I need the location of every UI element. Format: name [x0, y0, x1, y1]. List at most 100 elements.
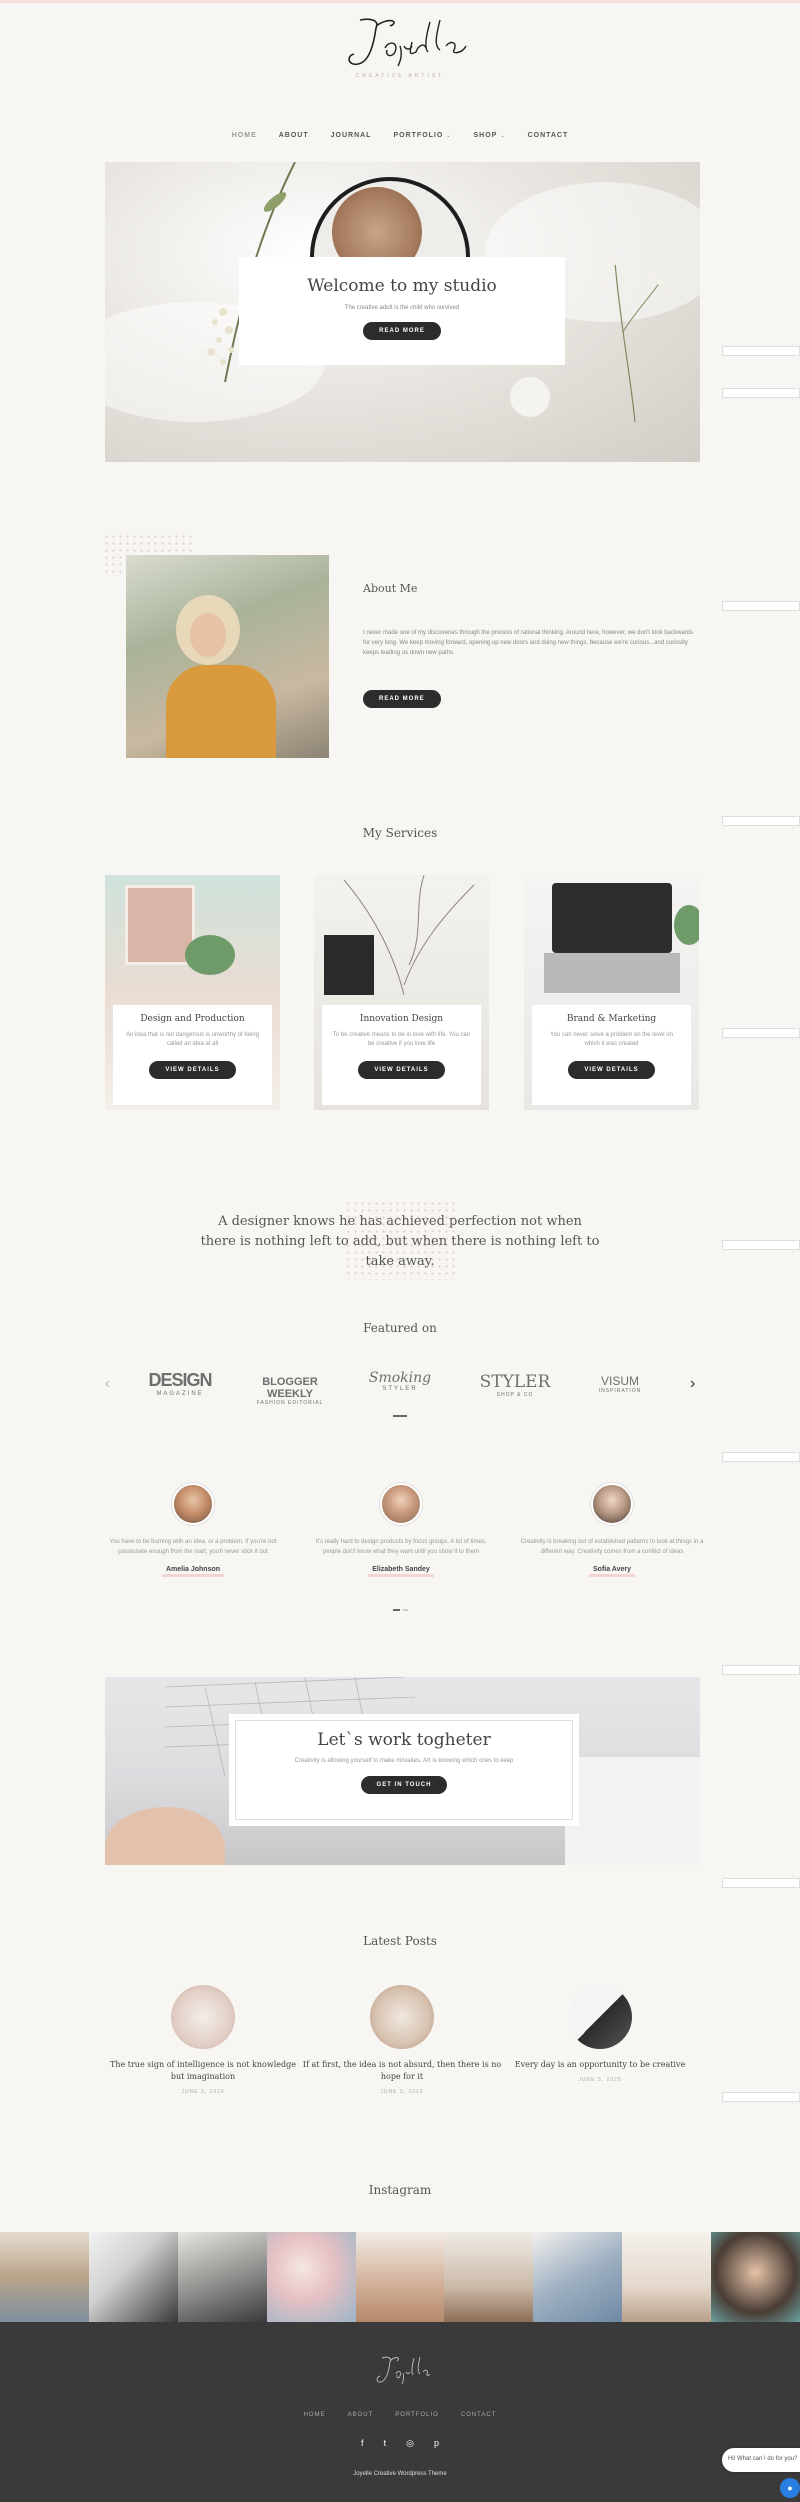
testimonial-name: Amelia Johnson — [161, 1566, 225, 1577]
side-tab[interactable] — [722, 816, 800, 826]
post-card[interactable]: The true sign of intelligence is not kno… — [103, 1985, 303, 2095]
nav-portfolio[interactable]: PORTFOLIO — [393, 132, 443, 139]
view-details-button[interactable]: VIEW DETAILS — [358, 1061, 445, 1079]
instagram-photo[interactable] — [533, 2232, 623, 2322]
chat-widget[interactable]: Hi! What can I do for you? — [722, 2448, 800, 2472]
nav-shop-item[interactable]: SHOP ⌄ — [474, 132, 506, 139]
testimonial-text: It's really hard to design products by f… — [315, 1539, 487, 1555]
nav-home[interactable]: HOME — [232, 132, 257, 139]
site-logo[interactable] — [330, 12, 470, 72]
avatar — [380, 1483, 422, 1525]
featured-logo: STYLER SHOP & CO — [479, 1372, 551, 1398]
testimonial-text: Creativity is breaking out of establishe… — [520, 1539, 704, 1555]
service-title: Brand & Marketing — [566, 1014, 657, 1024]
service-card-3[interactable]: Brand & Marketing You can never solve a … — [524, 875, 699, 1110]
main-nav: HOME ABOUT JOURNAL PORTFOLIO ⌄ SHOP ⌄ CONT… — [0, 132, 800, 139]
instagram-photo[interactable] — [444, 2232, 534, 2322]
post-thumbnail[interactable] — [171, 1985, 235, 2049]
post-date: JUNE 3, 2020 — [181, 2089, 225, 2095]
twitter-icon[interactable]: t — [384, 2438, 387, 2449]
featured-logo: BLOGGER WEEKLY FASHION EDITORIAL — [256, 1376, 324, 1406]
instagram-photo[interactable] — [355, 2232, 445, 2322]
post-thumbnail[interactable] — [370, 1985, 434, 2049]
instagram-photo[interactable] — [177, 2232, 267, 2322]
nav-contact[interactable]: CONTACT — [528, 132, 569, 139]
about-read-more-button[interactable]: READ MORE — [363, 690, 441, 708]
footer-nav-home[interactable]: HOME — [304, 2412, 326, 2418]
chevron-down-icon: ⌄ — [500, 133, 506, 139]
hero-read-more-button[interactable]: READ MORE — [363, 322, 441, 340]
pinterest-icon[interactable]: p — [434, 2438, 439, 2449]
hero-title: Welcome to my studio — [307, 276, 497, 296]
service-card-1[interactable]: Design and Production An idea that is no… — [105, 875, 280, 1110]
testimonial-3: Creativity is breaking out of establishe… — [517, 1483, 707, 1577]
hero-subtitle: The creative adult is the child who surv… — [344, 305, 460, 311]
avatar — [172, 1483, 214, 1525]
post-date: JUNE 3, 2020 — [578, 2077, 622, 2083]
instagram-feed — [0, 2232, 800, 2322]
side-tab[interactable] — [722, 2092, 800, 2102]
nav-shop[interactable]: SHOP — [474, 132, 498, 139]
laptop-keyboard-image — [544, 953, 680, 993]
post-title[interactable]: If at first, the idea is not absurd, the… — [302, 2059, 502, 2083]
footer-nav-portfolio[interactable]: PORTFOLIO — [395, 2412, 439, 2418]
stone-image — [510, 377, 550, 417]
nav-journal[interactable]: JOURNAL — [331, 132, 372, 139]
nav-portfolio-item[interactable]: PORTFOLIO ⌄ — [393, 132, 451, 139]
face — [190, 613, 226, 657]
instagram-icon[interactable]: ◎ — [406, 2438, 414, 2449]
chevron-down-icon: ⌄ — [446, 133, 452, 139]
hand-image — [105, 1807, 225, 1865]
service-text: To be creative means to be in love with … — [332, 1032, 471, 1047]
side-tab[interactable] — [722, 388, 800, 398]
featured-logo: Smoking STYLER — [368, 1370, 432, 1392]
avatar — [591, 1483, 633, 1525]
side-tab[interactable] — [722, 601, 800, 611]
carousel-indicator — [393, 1415, 407, 1417]
side-tab[interactable] — [722, 1665, 800, 1675]
service-text: An idea that is not dangerous is unworth… — [125, 1032, 260, 1047]
paper-image — [565, 1757, 700, 1865]
chat-icon[interactable]: ● — [780, 2478, 800, 2498]
instagram-photo[interactable] — [0, 2232, 89, 2322]
footer-nav-about[interactable]: ABOUT — [348, 2412, 374, 2418]
chevron-right-icon[interactable]: › — [690, 1375, 695, 1393]
nav-about[interactable]: ABOUT — [279, 132, 309, 139]
side-tab[interactable] — [722, 1240, 800, 1250]
logo-tagline: CREATIVE ARTIST — [355, 73, 445, 79]
testimonial-indicator[interactable] — [403, 1609, 408, 1611]
post-date: JUNE 3, 2020 — [380, 2089, 424, 2095]
instagram-photo[interactable] — [711, 2232, 800, 2322]
service-title: Innovation Design — [359, 1014, 444, 1024]
facebook-icon[interactable]: f — [361, 2438, 364, 2449]
service-title: Design and Production — [140, 1014, 245, 1024]
post-title[interactable]: Every day is an opportunity to be creati… — [500, 2059, 700, 2071]
side-tab[interactable] — [722, 1452, 800, 1462]
instagram-photo[interactable] — [622, 2232, 712, 2322]
view-details-button[interactable]: VIEW DETAILS — [149, 1061, 236, 1079]
post-card[interactable]: If at first, the idea is not absurd, the… — [302, 1985, 502, 2095]
chevron-left-icon[interactable]: ‹ — [105, 1375, 110, 1393]
service-card-body: Innovation Design To be creative means t… — [322, 1005, 481, 1105]
testimonial-name: Elizabeth Sandey — [368, 1566, 434, 1577]
site-footer: HOME ABOUT PORTFOLIO CONTACT f t ◎ p Joy… — [0, 2322, 800, 2502]
post-title[interactable]: The true sign of intelligence is not kno… — [103, 2059, 303, 2083]
quote-text: A designer knows he has achieved perfect… — [200, 1214, 600, 1269]
plant-image — [185, 935, 235, 975]
service-card-2[interactable]: Innovation Design To be creative means t… — [314, 875, 489, 1110]
side-tab[interactable] — [722, 1878, 800, 1888]
featured-logo: DESIGN MAGAZINE — [148, 1370, 212, 1397]
view-details-button[interactable]: VIEW DETAILS — [568, 1061, 655, 1079]
side-tab[interactable] — [722, 1028, 800, 1038]
services-title: My Services — [362, 826, 438, 840]
instagram-photo[interactable] — [266, 2232, 356, 2322]
post-card[interactable]: Every day is an opportunity to be creati… — [500, 1985, 700, 2083]
featured-logo: VISUM INSPIRATION — [598, 1374, 642, 1394]
testimonial-indicator-active[interactable] — [393, 1609, 400, 1611]
side-tab[interactable] — [722, 346, 800, 356]
footer-nav-contact[interactable]: CONTACT — [461, 2412, 497, 2418]
instagram-title: Instagram — [368, 2183, 432, 2197]
instagram-photo[interactable] — [88, 2232, 178, 2322]
footer-logo[interactable] — [370, 2352, 430, 2388]
post-thumbnail[interactable] — [568, 1985, 632, 2049]
